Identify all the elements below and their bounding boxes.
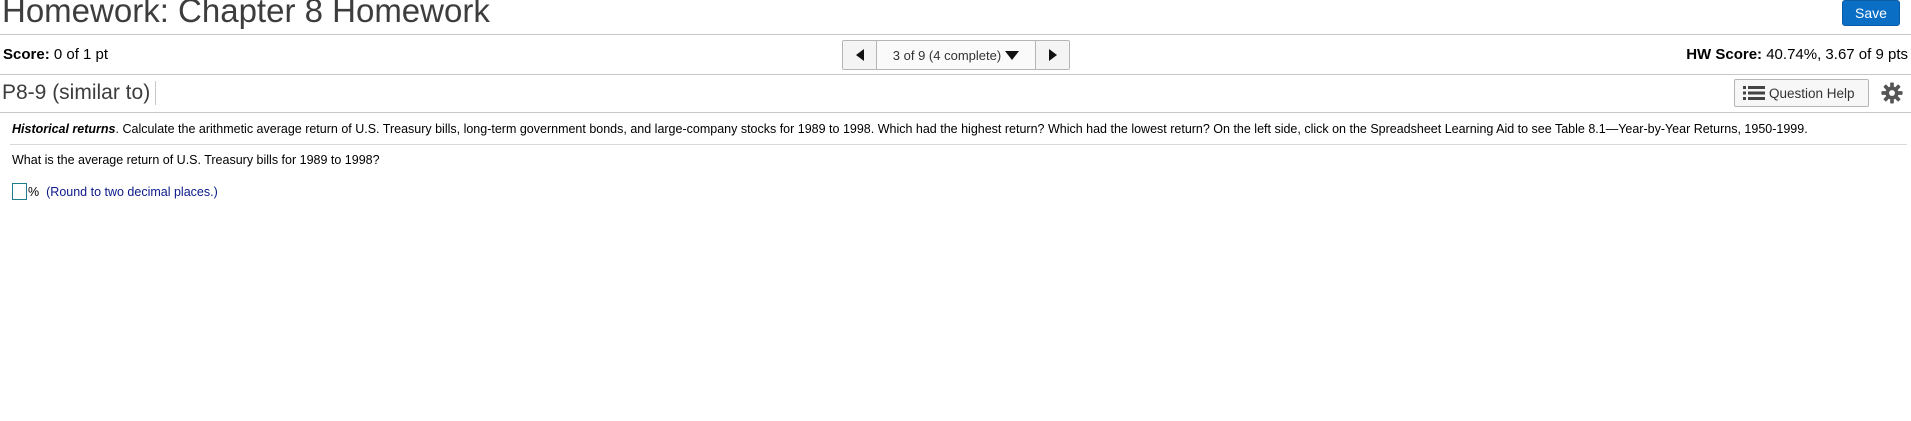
question-header: P8-9 (similar to) Question Help xyxy=(0,75,1911,113)
divider xyxy=(10,144,1907,145)
page-header: Homework: Chapter 8 Homework Save xyxy=(0,0,1911,35)
page-title: Homework: Chapter 8 Homework xyxy=(2,0,490,29)
score-bar: Score: 0 of 1 pt 3 of 9 (4 complete) HW … xyxy=(0,35,1911,75)
save-button[interactable]: Save xyxy=(1842,0,1900,26)
question-navigator: 3 of 9 (4 complete) xyxy=(842,40,1070,70)
question-text: What is the average return of U.S. Treas… xyxy=(12,153,380,167)
prompt-title: Historical returns xyxy=(12,122,116,136)
homework-score: HW Score: 40.74%, 3.67 of 9 pts xyxy=(1686,46,1908,63)
question-help-label: Question Help xyxy=(1769,85,1855,101)
answer-row: % (Round to two decimal places.) xyxy=(12,183,218,200)
homework-page: Homework: Chapter 8 Homework Save Score:… xyxy=(0,0,1911,421)
question-id: P8-9 (similar to) xyxy=(2,81,157,105)
score-value: 0 of 1 pt xyxy=(53,46,109,63)
caret-right-icon xyxy=(1048,49,1057,61)
hw-score-value: 40.74%, 3.67 of 9 pts xyxy=(1766,46,1908,63)
list-icon xyxy=(1743,86,1765,100)
next-question-button[interactable] xyxy=(1035,41,1069,69)
score-label: Score: xyxy=(3,46,50,63)
caret-down-icon xyxy=(1005,50,1020,60)
question-help-button[interactable]: Question Help xyxy=(1734,79,1869,107)
percent-unit: % xyxy=(28,184,40,199)
previous-question-button[interactable] xyxy=(843,41,877,69)
rounding-hint: (Round to two decimal places.) xyxy=(46,184,218,199)
gear-icon[interactable] xyxy=(1881,82,1903,104)
answer-input[interactable] xyxy=(12,183,27,200)
hw-score-label: HW Score: xyxy=(1686,46,1763,63)
question-selector-label: 3 of 9 (4 complete) xyxy=(892,47,1002,63)
question-prompt: Historical returns. Calculate the arithm… xyxy=(12,122,1902,136)
prompt-text: . Calculate the arithmetic average retur… xyxy=(115,122,1808,136)
question-selector[interactable]: 3 of 9 (4 complete) xyxy=(877,41,1035,69)
question-score: Score: 0 of 1 pt xyxy=(3,46,108,63)
caret-left-icon xyxy=(855,49,864,61)
